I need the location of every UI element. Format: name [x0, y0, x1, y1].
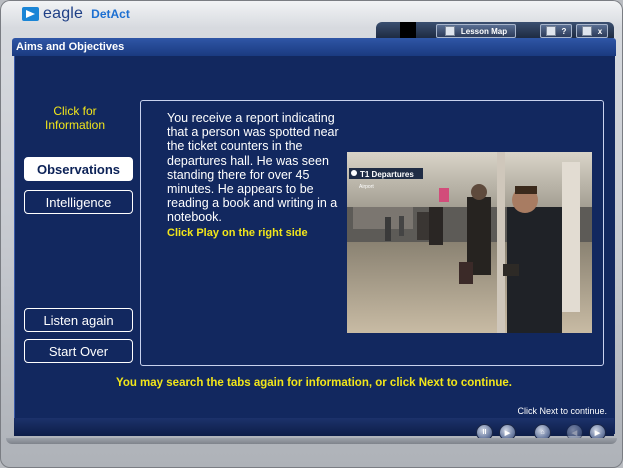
- video-player[interactable]: T1 Departures Airport: [347, 152, 592, 333]
- window-base: [6, 438, 617, 444]
- airport-scene-image: T1 Departures Airport: [347, 152, 592, 333]
- product-name: DetAct: [91, 7, 130, 21]
- titlebar-swatch: [400, 22, 416, 38]
- intelligence-tab[interactable]: Intelligence: [24, 190, 133, 214]
- brand: eagle DetAct: [22, 5, 130, 23]
- click-for-information-label: Click for Information: [44, 104, 106, 132]
- next-hint: Click Next to continue.: [517, 406, 607, 416]
- lesson-map-button[interactable]: Lesson Map: [436, 24, 516, 38]
- close-button[interactable]: x: [576, 24, 608, 38]
- airport-sign-text: Airport: [359, 184, 374, 190]
- listen-again-button[interactable]: Listen again: [24, 308, 133, 332]
- next-icon: ▶: [594, 429, 601, 437]
- section-title-bar: Aims and Objectives: [12, 38, 616, 56]
- eagle-logo-icon: [22, 7, 39, 21]
- help-box-icon: [545, 26, 556, 36]
- close-box-icon: [581, 26, 592, 36]
- section-title: Aims and Objectives: [16, 41, 125, 53]
- help-button[interactable]: ?: [540, 24, 572, 38]
- bottom-control-bar: [14, 418, 614, 436]
- footer-message: You may search the tabs again for inform…: [116, 377, 512, 389]
- observations-tab[interactable]: Observations: [24, 157, 133, 181]
- departures-sign-text: T1 Departures: [360, 170, 414, 179]
- report-text: You receive a report indicating that a p…: [167, 111, 349, 240]
- home-icon: ⌂: [540, 429, 545, 436]
- play-hint: Click Play on the right side: [167, 226, 308, 239]
- lesson-map-icon: [444, 26, 455, 36]
- back-icon: ◀: [571, 429, 578, 437]
- play-icon: ▶: [504, 429, 511, 437]
- start-over-button[interactable]: Start Over: [24, 339, 133, 363]
- departures-sign-icon: [351, 170, 357, 176]
- brand-name: eagle: [43, 5, 84, 22]
- pause-icon: II: [482, 429, 487, 436]
